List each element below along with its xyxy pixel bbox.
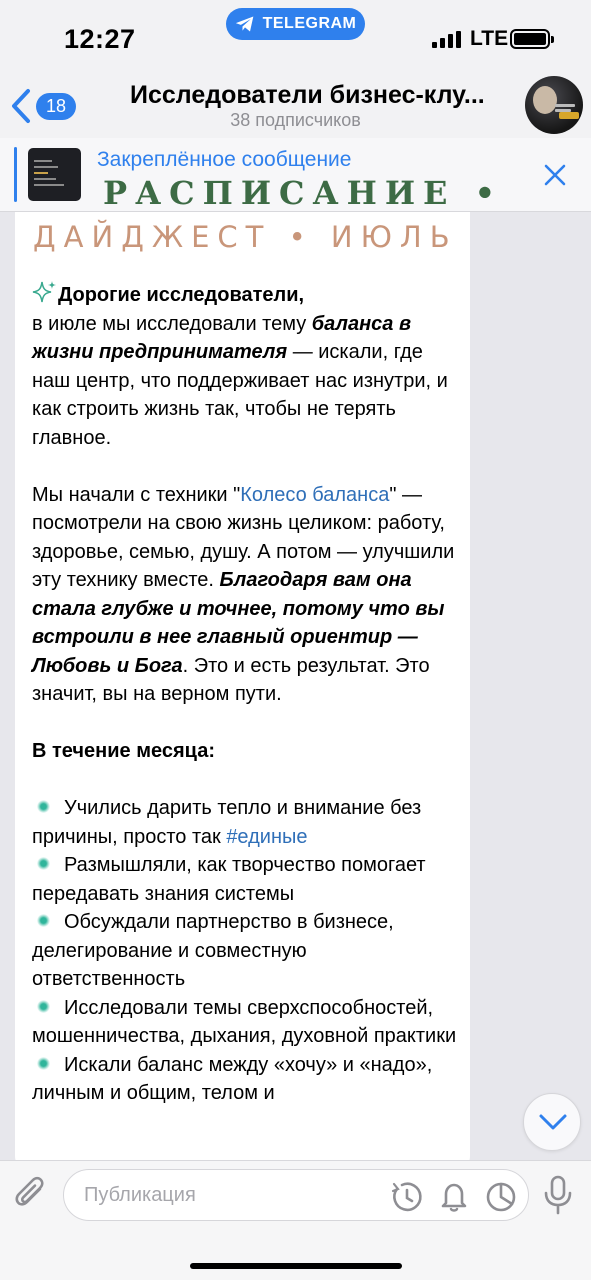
- close-icon[interactable]: [543, 163, 567, 187]
- message-composer: Публикация: [0, 1160, 591, 1280]
- chevron-down-icon: [539, 1114, 567, 1130]
- greeting: Дорогие исследователи,: [58, 284, 305, 306]
- signal-icon: [432, 31, 461, 48]
- chat-header: 18 Исследователи бизнес-клу... 38 подпис…: [0, 74, 591, 138]
- telegram-icon: [235, 16, 253, 32]
- status-bar: 12:27 TELEGRAM LTE: [0, 0, 591, 74]
- hashtag-link[interactable]: #единые: [226, 826, 307, 848]
- pinned-label: Закреплённое сообщение: [97, 148, 352, 171]
- battery-icon: [510, 29, 554, 49]
- list-item: Исследовали темы сверхспособностей, моше…: [32, 996, 457, 1048]
- message-text: Дорогие исследователи, в июле мы исследо…: [32, 280, 462, 1108]
- timer-icon[interactable]: [484, 1180, 518, 1214]
- scheduled-clock-icon[interactable]: [390, 1180, 424, 1214]
- return-to-telegram-pill[interactable]: TELEGRAM: [226, 8, 365, 40]
- list-item: Размышляли, как творчество помогает пере…: [32, 854, 426, 905]
- bell-icon[interactable]: [438, 1180, 470, 1214]
- sparkles-icon: [32, 281, 56, 303]
- list-item: Учились дарить тепло и внимание без прич…: [32, 797, 422, 848]
- bullet-icon: [37, 999, 50, 1013]
- scroll-to-bottom-button[interactable]: [523, 1093, 581, 1151]
- p1-text-a: в июле мы исследовали тему: [32, 312, 312, 335]
- return-app-label: TELEGRAM: [262, 15, 357, 32]
- pinned-message-bar[interactable]: Закреплённое сообщение РАСПИСАНИЕ • ИЮЛЬ: [0, 138, 591, 212]
- channel-title[interactable]: Исследователи бизнес-клу...: [130, 81, 505, 110]
- message-bubble[interactable]: ДАЙДЖЕСТ • ИЮЛЬ Дорогие исследователи, в…: [15, 212, 470, 1160]
- microphone-icon[interactable]: [541, 1174, 575, 1216]
- pinned-thumbnail: [28, 148, 81, 201]
- list-item: Обсуждали партнерство в бизнесе, делегир…: [32, 911, 394, 990]
- bullet-icon: [37, 857, 50, 870]
- balance-wheel-link[interactable]: Колесо баланса: [240, 484, 389, 506]
- pinned-indicator: [14, 147, 17, 202]
- post-input[interactable]: Публикация: [63, 1169, 529, 1221]
- bullet-icon: [37, 1056, 50, 1070]
- home-indicator[interactable]: [190, 1263, 402, 1269]
- section-title: В течение месяца:: [32, 740, 215, 762]
- bullet-icon: [37, 800, 50, 813]
- list-item: Искали баланс между «хочу» и «надо», лич…: [32, 1053, 433, 1105]
- status-time: 12:27: [64, 24, 136, 54]
- paperclip-icon[interactable]: [14, 1175, 50, 1215]
- channel-avatar[interactable]: [525, 76, 583, 134]
- subscriber-count: 38 подписчиков: [230, 110, 361, 130]
- pinned-preview: РАСПИСАНИЕ • ИЮЛЬ: [103, 174, 523, 208]
- digest-header-image: ДАЙДЖЕСТ • ИЮЛЬ: [33, 220, 458, 254]
- network-type: LTE: [470, 27, 509, 50]
- bullet-icon: [37, 914, 50, 927]
- post-input-placeholder: Публикация: [84, 1184, 196, 1206]
- chat-area[interactable]: ДАЙДЖЕСТ • ИЮЛЬ Дорогие исследователи, в…: [0, 212, 591, 1160]
- p2-text-a: Мы начали с техники ": [32, 483, 241, 506]
